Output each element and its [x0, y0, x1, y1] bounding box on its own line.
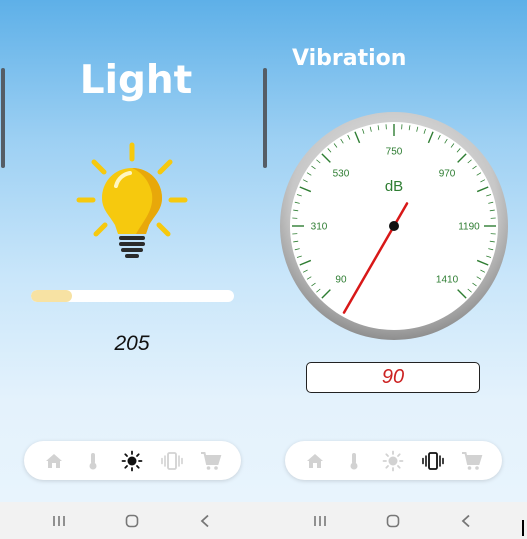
- light-progress-fill: [31, 290, 72, 302]
- vibration-gauge: 90 310 530 750 970 1190 1410 dB: [280, 112, 508, 340]
- left-bottom-nav: [24, 441, 241, 480]
- sun-icon: [121, 450, 143, 472]
- gauge-tick-label: 1410: [436, 275, 459, 286]
- gauge-tick-label: 1190: [458, 222, 480, 233]
- vibration-value-box: 90: [306, 362, 480, 393]
- nav-button-sun[interactable]: [379, 447, 407, 475]
- nav-button-thermometer[interactable]: [79, 447, 107, 475]
- app-screen: Light 205 Vibration 90 310 530 750 970 1…: [0, 0, 527, 502]
- lightbulb-icon: [76, 142, 188, 258]
- light-title: Light: [79, 58, 193, 103]
- left-edge-bar: [1, 68, 5, 168]
- light-progress-bar: [31, 290, 234, 302]
- sun-icon: [382, 450, 404, 472]
- nav-button-cart[interactable]: [197, 447, 225, 475]
- vibration-icon: [421, 451, 445, 471]
- recent-apps-icon-right[interactable]: [308, 510, 332, 532]
- nav-button-home[interactable]: [301, 447, 329, 475]
- gauge-unit-label: dB: [385, 178, 403, 195]
- home-icon: [305, 451, 325, 471]
- gauge-needle-hub: [389, 221, 399, 231]
- gauge-tick-label: 310: [311, 222, 328, 233]
- text-cursor: [522, 520, 524, 536]
- panel-divider-bar: [263, 68, 267, 168]
- gauge-tick-label: 530: [333, 168, 350, 179]
- nav-button-thermometer[interactable]: [340, 447, 368, 475]
- thermometer-icon: [344, 451, 364, 471]
- cart-icon: [200, 451, 222, 471]
- home-icon: [44, 451, 64, 471]
- cart-icon: [461, 451, 483, 471]
- home-circle-icon[interactable]: [120, 510, 144, 532]
- vibration-icon: [160, 451, 184, 471]
- nav-button-sun[interactable]: [118, 447, 146, 475]
- nav-button-vibration[interactable]: [158, 447, 186, 475]
- nav-button-vibration[interactable]: [419, 447, 447, 475]
- thermometer-icon: [83, 451, 103, 471]
- light-value: 205: [114, 332, 150, 355]
- recent-apps-icon[interactable]: [47, 510, 71, 532]
- gauge-tick-label: 970: [439, 168, 456, 179]
- gauge-tick-label: 90: [335, 275, 347, 286]
- home-circle-icon-right[interactable]: [381, 510, 405, 532]
- right-bottom-nav: [285, 441, 502, 480]
- system-nav-bar: [0, 502, 527, 539]
- vibration-value: 90: [381, 366, 405, 388]
- nav-button-home[interactable]: [40, 447, 68, 475]
- back-icon-right[interactable]: [454, 510, 478, 532]
- gauge-tick-label: 750: [386, 147, 403, 158]
- nav-button-cart[interactable]: [458, 447, 486, 475]
- vibration-title: Vibration: [292, 46, 407, 71]
- back-icon[interactable]: [193, 510, 217, 532]
